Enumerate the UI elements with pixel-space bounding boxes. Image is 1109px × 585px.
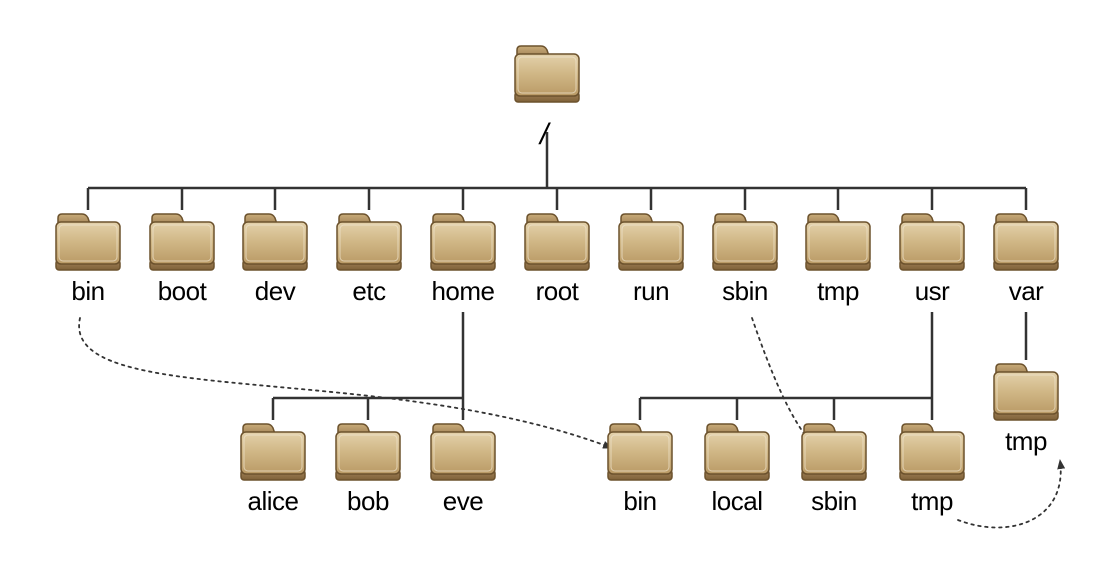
- filesystem-tree-diagram: / bin boot dev etc home root run sbin tm…: [0, 0, 1109, 585]
- folder-root: [507, 42, 587, 104]
- folder-icon: [239, 210, 311, 272]
- folder-tmp: tmp: [798, 210, 878, 305]
- label-sbin: sbin: [705, 278, 785, 305]
- label-dev: dev: [235, 278, 315, 305]
- folder-icon: [333, 210, 405, 272]
- label-boot: boot: [142, 278, 222, 305]
- folder-icon: [896, 210, 968, 272]
- folder-bin: bin: [48, 210, 128, 305]
- folder-icon: [521, 210, 593, 272]
- folder-home: home: [423, 210, 503, 305]
- folder-usr-sbin: sbin: [794, 420, 874, 515]
- folder-icon: [701, 420, 773, 482]
- folder-usr: usr: [892, 210, 972, 305]
- folder-sbin: sbin: [705, 210, 785, 305]
- folder-home-bob: bob: [328, 420, 408, 515]
- folder-usr-local: local: [697, 420, 777, 515]
- label-usr: usr: [892, 278, 972, 305]
- label-usr-tmp: tmp: [892, 488, 972, 515]
- folder-icon: [427, 420, 499, 482]
- folder-home-alice: alice: [233, 420, 313, 515]
- folder-boot: boot: [142, 210, 222, 305]
- folder-root-dir: root: [517, 210, 597, 305]
- folder-usr-bin: bin: [600, 420, 680, 515]
- label-var: var: [986, 278, 1066, 305]
- folder-usr-tmp: tmp: [892, 420, 972, 515]
- label-var-tmp: tmp: [986, 428, 1066, 455]
- folder-dev: dev: [235, 210, 315, 305]
- label-home: home: [423, 278, 503, 305]
- folder-icon: [990, 360, 1062, 422]
- folder-icon: [52, 210, 124, 272]
- folder-icon: [990, 210, 1062, 272]
- label-root-dir: root: [517, 278, 597, 305]
- folder-run: run: [611, 210, 691, 305]
- folder-icon: [332, 420, 404, 482]
- folder-icon: [802, 210, 874, 272]
- label-alice: alice: [233, 488, 313, 515]
- folder-var: var: [986, 210, 1066, 305]
- label-bob: bob: [328, 488, 408, 515]
- folder-icon: [427, 210, 499, 272]
- label-usr-local: local: [697, 488, 777, 515]
- folder-icon: [604, 420, 676, 482]
- folder-icon: [896, 420, 968, 482]
- label-run: run: [611, 278, 691, 305]
- folder-home-eve: eve: [423, 420, 503, 515]
- folder-icon: [237, 420, 309, 482]
- folder-var-tmp: tmp: [986, 360, 1066, 455]
- folder-icon: [615, 210, 687, 272]
- folder-etc: etc: [329, 210, 409, 305]
- label-bin: bin: [48, 278, 128, 305]
- folder-icon: [709, 210, 781, 272]
- label-tmp: tmp: [798, 278, 878, 305]
- label-usr-bin: bin: [600, 488, 680, 515]
- root-label: /: [540, 118, 548, 152]
- folder-icon: [146, 210, 218, 272]
- label-etc: etc: [329, 278, 409, 305]
- link-usr-tmp-to-var-tmp: [958, 460, 1061, 528]
- folder-icon: [798, 420, 870, 482]
- label-usr-sbin: sbin: [794, 488, 874, 515]
- folder-icon: [511, 42, 583, 104]
- label-eve: eve: [423, 488, 503, 515]
